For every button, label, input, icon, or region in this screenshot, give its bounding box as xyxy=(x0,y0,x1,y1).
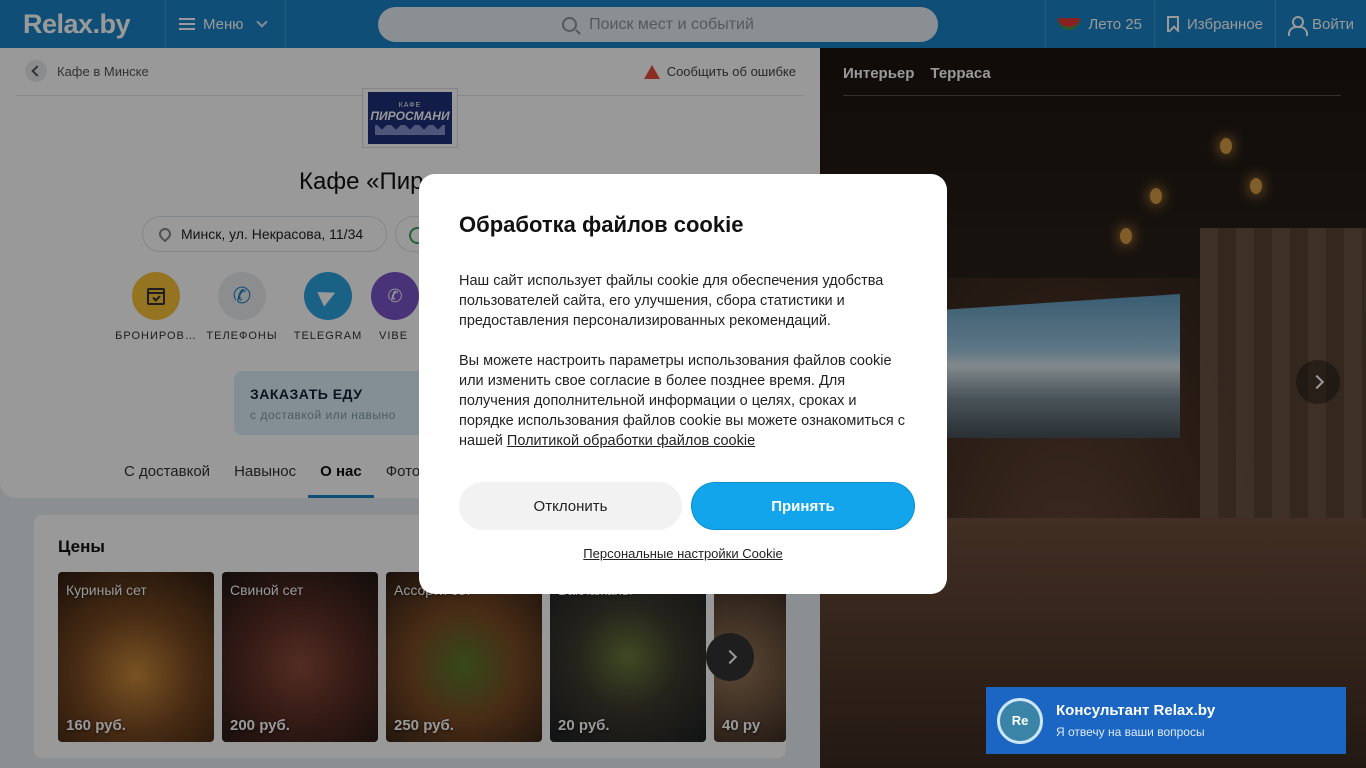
cookie-dialog: Обработка файлов cookie Наш сайт использ… xyxy=(419,174,947,594)
cookie-policy-link[interactable]: Политикой обработки файлов cookie xyxy=(507,433,755,449)
cookie-text: Наш сайт использует файлы cookie для обе… xyxy=(459,271,909,451)
accept-button[interactable]: Принять xyxy=(691,482,915,530)
consultant-subtitle: Я отвечу на ваши вопросы xyxy=(1056,725,1205,739)
avatar: Re xyxy=(997,697,1043,744)
cookie-paragraph-2: Вы можете настроить параметры использова… xyxy=(459,353,906,449)
cookie-paragraph-1: Наш сайт использует файлы cookie для обе… xyxy=(459,273,884,329)
cookie-settings-link[interactable]: Персональные настройки Cookie xyxy=(419,546,947,561)
cookie-title: Обработка файлов cookie xyxy=(459,212,744,237)
consultant-widget[interactable]: Re Консультант Relax.by Я отвечу на ваши… xyxy=(986,687,1346,754)
decline-button[interactable]: Отклонить xyxy=(459,482,682,530)
consultant-title: Консультант Relax.by xyxy=(1056,702,1216,719)
